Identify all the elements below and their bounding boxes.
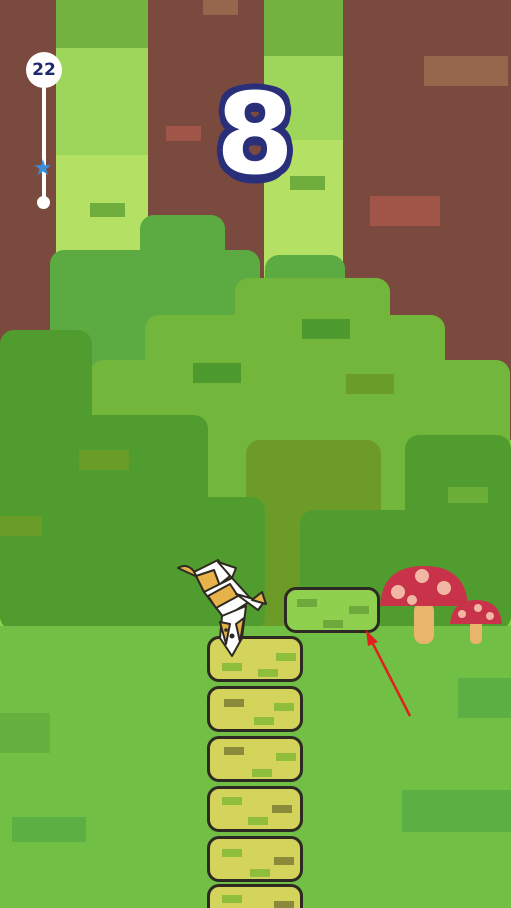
- grass-patch: [458, 678, 511, 718]
- bark-patch: [203, 0, 238, 15]
- score-counter: 8: [216, 70, 294, 200]
- progress-start-dot: [37, 196, 50, 209]
- bark-patch: [370, 196, 440, 226]
- leaf-patch: [90, 203, 125, 217]
- pointer-arrow-icon: [366, 630, 412, 717]
- leaf-patch: [448, 487, 488, 503]
- grass-patch: [12, 817, 86, 842]
- bush: [140, 215, 225, 295]
- tower-block: [207, 686, 303, 732]
- level-progress-track: [42, 85, 46, 203]
- tower-block: [207, 836, 303, 882]
- level-badge: 22: [26, 52, 62, 88]
- bush-canopy: [235, 278, 390, 358]
- grass-patch: [402, 790, 511, 832]
- bark-patch: [56, 0, 148, 48]
- tower-block: [207, 786, 303, 832]
- tower-block: [207, 884, 303, 908]
- star-icon: ★: [33, 156, 53, 181]
- leaf-patch: [302, 319, 350, 339]
- bark-patch: [264, 0, 343, 56]
- shiba-dog-icon[interactable]: [174, 558, 270, 662]
- leaf-patch: [0, 516, 42, 536]
- leaf-patch: [346, 374, 394, 394]
- bark-patch: [424, 56, 508, 86]
- leaf-patch: [79, 450, 129, 470]
- leaf-patch: [193, 363, 241, 383]
- tower-block: [207, 736, 303, 782]
- grass-patch: [0, 713, 50, 753]
